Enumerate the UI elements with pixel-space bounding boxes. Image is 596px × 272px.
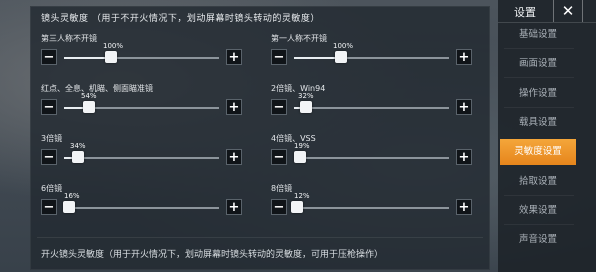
sidebar-separator bbox=[504, 107, 574, 108]
sidebar-item-graphics[interactable]: 画面设置 bbox=[498, 53, 578, 75]
sensitivity-item-2x: 2倍镜、Win94 − 32% + bbox=[271, 83, 481, 123]
sensitivity-item-fpp-noscope: 第一人称不开镜 − 100% + bbox=[271, 33, 481, 73]
increase-button[interactable]: + bbox=[456, 149, 472, 165]
slider-track[interactable] bbox=[291, 201, 449, 213]
slider-track[interactable] bbox=[64, 151, 219, 163]
slider-thumb[interactable] bbox=[83, 101, 95, 113]
item-label: 6倍镜 bbox=[41, 184, 63, 193]
slider-fill bbox=[294, 57, 341, 59]
item-label: 红点、全息、机瞄、侧面瞄准镜 bbox=[41, 84, 153, 93]
value-readout: 100% bbox=[103, 42, 124, 50]
sidebar-item-effects[interactable]: 效果设置 bbox=[498, 200, 578, 222]
lens-sensitivity-heading: 镜头灵敏度 （用于不开火情况下，划动屏幕时镜头转动的灵敏度） bbox=[41, 14, 320, 24]
decrease-button[interactable]: − bbox=[271, 149, 287, 165]
value-readout: 12% bbox=[294, 192, 310, 200]
sidebar-item-controls[interactable]: 操作设置 bbox=[498, 83, 578, 105]
decrease-button[interactable]: − bbox=[271, 99, 287, 115]
slider-thumb[interactable] bbox=[335, 51, 347, 63]
slider-thumb[interactable] bbox=[294, 151, 306, 163]
increase-button[interactable]: + bbox=[226, 199, 242, 215]
increase-button[interactable]: + bbox=[456, 49, 472, 65]
slider-track[interactable] bbox=[294, 151, 449, 163]
slider-track[interactable] bbox=[294, 51, 449, 63]
value-readout: 16% bbox=[64, 192, 80, 200]
sidebar-item-pickup[interactable]: 拾取设置 bbox=[498, 171, 578, 193]
slider-track[interactable] bbox=[64, 51, 219, 63]
decrease-button[interactable]: − bbox=[41, 99, 57, 115]
increase-button[interactable]: + bbox=[456, 99, 472, 115]
decrease-button[interactable]: − bbox=[41, 199, 57, 215]
sensitivity-item-tpp-noscope: 第三人称不开镜 − 100% + bbox=[41, 33, 251, 73]
close-icon[interactable]: ✕ bbox=[553, 0, 583, 22]
decrease-button[interactable]: − bbox=[271, 199, 287, 215]
slider-thumb[interactable] bbox=[300, 101, 312, 113]
item-label: 8倍镜 bbox=[271, 184, 293, 193]
sidebar-item-sound[interactable]: 声音设置 bbox=[498, 229, 578, 251]
sensitivity-item-8x: 8倍镜 − 12% + bbox=[271, 183, 481, 223]
sidebar-header: 设置 ✕ bbox=[498, 0, 596, 23]
item-label: 3倍镜 bbox=[41, 134, 63, 143]
value-readout: 19% bbox=[294, 142, 310, 150]
slider-thumb[interactable] bbox=[105, 51, 117, 63]
value-readout: 34% bbox=[70, 142, 86, 150]
sidebar-separator bbox=[504, 77, 574, 78]
slider-track[interactable] bbox=[64, 101, 219, 113]
increase-button[interactable]: + bbox=[226, 49, 242, 65]
slider-track[interactable] bbox=[294, 101, 449, 113]
sidebar-item-vehicle[interactable]: 载具设置 bbox=[498, 112, 578, 134]
slider-thumb[interactable] bbox=[63, 201, 75, 213]
settings-sidebar: 设置 ✕ 基础设置 画面设置 操作设置 载具设置 灵敏度设置 拾取设置 效果设置… bbox=[498, 0, 596, 272]
sidebar-item-basic[interactable]: 基础设置 bbox=[498, 24, 578, 46]
sensitivity-panel: 镜头灵敏度 （用于不开火情况下，划动屏幕时镜头转动的灵敏度） 第三人称不开镜 −… bbox=[30, 6, 490, 270]
item-label: 第三人称不开镜 bbox=[41, 34, 97, 43]
sidebar-item-sensitivity[interactable]: 灵敏度设置 bbox=[500, 139, 576, 165]
sensitivity-item-3x: 3倍镜 − 34% + bbox=[41, 133, 251, 173]
sensitivity-item-6x: 6倍镜 − 16% + bbox=[41, 183, 251, 223]
sensitivity-item-reddot: 红点、全息、机瞄、侧面瞄准镜 − 54% + bbox=[41, 83, 251, 123]
slider-thumb[interactable] bbox=[72, 151, 84, 163]
sensitivity-item-4x: 4倍镜、VSS − 19% + bbox=[271, 133, 481, 173]
decrease-button[interactable]: − bbox=[41, 49, 57, 65]
item-label: 第一人称不开镜 bbox=[271, 34, 327, 43]
increase-button[interactable]: + bbox=[456, 199, 472, 215]
value-readout: 54% bbox=[81, 92, 97, 100]
value-readout: 32% bbox=[298, 92, 314, 100]
slider-fill bbox=[64, 57, 111, 59]
sidebar-separator bbox=[504, 48, 574, 49]
sidebar-separator bbox=[504, 224, 574, 225]
slider-track[interactable] bbox=[63, 201, 219, 213]
slider-thumb[interactable] bbox=[291, 201, 303, 213]
section-divider bbox=[37, 237, 483, 238]
decrease-button[interactable]: − bbox=[271, 49, 287, 65]
increase-button[interactable]: + bbox=[226, 149, 242, 165]
sidebar-separator bbox=[504, 195, 574, 196]
increase-button[interactable]: + bbox=[226, 99, 242, 115]
settings-title: 设置 bbox=[514, 6, 536, 19]
value-readout: 100% bbox=[333, 42, 354, 50]
decrease-button[interactable]: − bbox=[41, 149, 57, 165]
fire-sensitivity-heading: 开火镜头灵敏度（用于开火情况下，划动屏幕时镜头转动的灵敏度，可用于压枪操作） bbox=[41, 250, 384, 260]
